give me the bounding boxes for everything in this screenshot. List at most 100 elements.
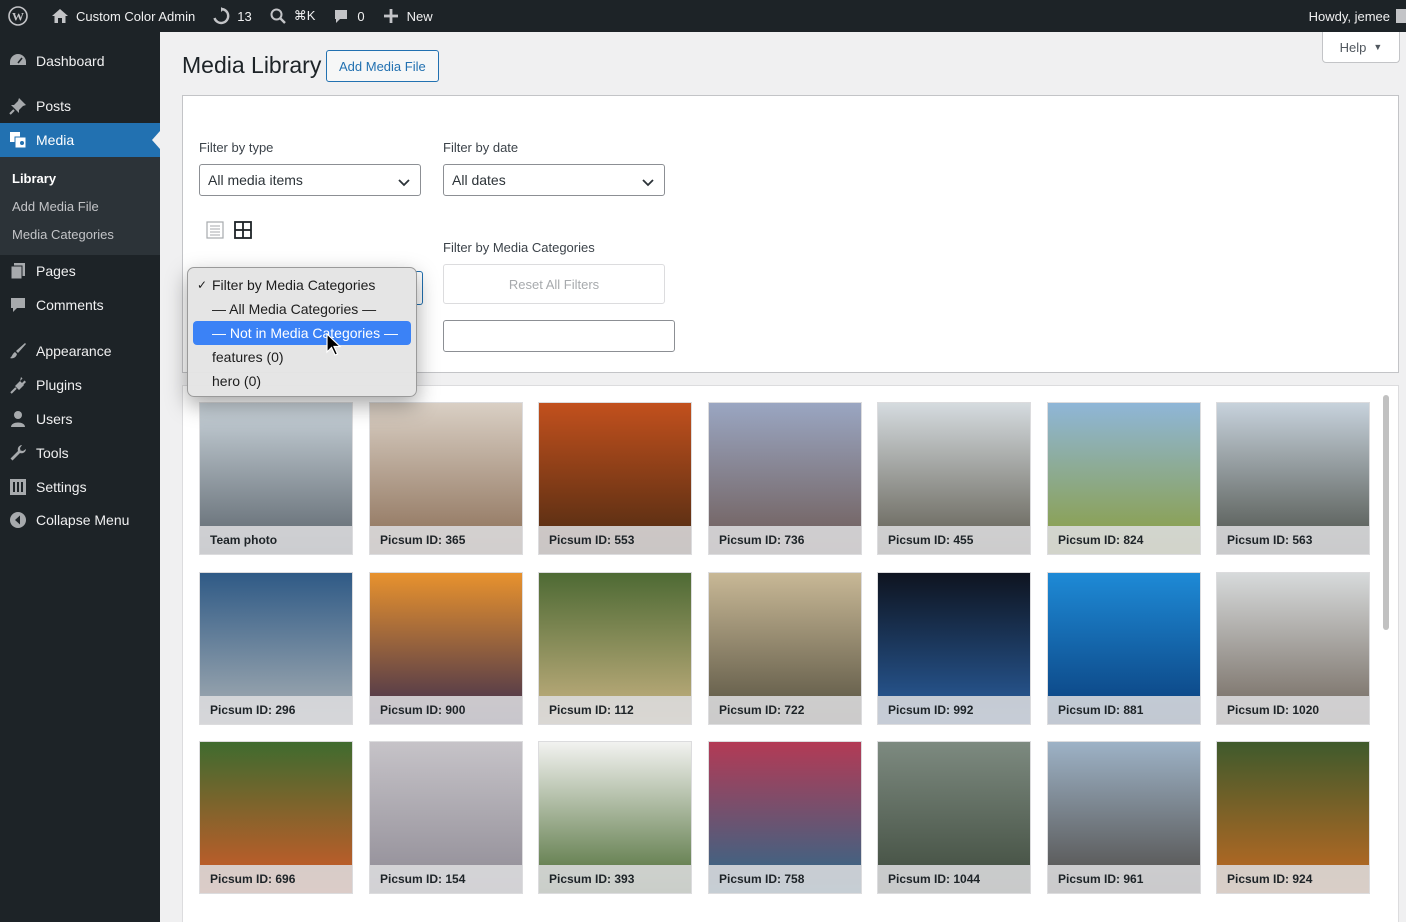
collapse-icon (0, 511, 36, 529)
media-tile[interactable]: Team photo (199, 402, 353, 555)
media-tile[interactable]: Picsum ID: 992 (877, 572, 1031, 725)
sidebar-item-users[interactable]: Users (0, 402, 160, 436)
chevron-down-icon (642, 175, 654, 191)
site-name-link[interactable]: Custom Color Admin (42, 0, 203, 32)
sidebar-item-appearance[interactable]: Appearance (0, 334, 160, 368)
media-tile[interactable]: Picsum ID: 1044 (877, 741, 1031, 894)
search-media-input[interactable] (443, 320, 675, 352)
sidebar-item-media[interactable]: Media (0, 123, 160, 157)
settings-icon (0, 478, 36, 496)
media-caption: Picsum ID: 961 (1048, 865, 1200, 893)
submenu-item-media-categories[interactable]: Media Categories (12, 227, 114, 242)
media-tile[interactable]: Picsum ID: 881 (1047, 572, 1201, 725)
scrollbar[interactable] (1383, 395, 1389, 630)
media-tile[interactable]: Picsum ID: 296 (199, 572, 353, 725)
submenu-item-add-media-file[interactable]: Add Media File (12, 199, 99, 214)
sidebar-item-plugins[interactable]: Plugins (0, 368, 160, 402)
wordpress-icon: W (8, 6, 28, 26)
media-caption: Picsum ID: 758 (709, 865, 861, 893)
option-label: Filter by Media Categories (212, 277, 376, 293)
checkmark-icon: ✓ (197, 278, 208, 292)
media-tile[interactable]: Picsum ID: 758 (708, 741, 862, 894)
comment-bubble-icon (331, 6, 351, 26)
reset-all-filters-button[interactable]: Reset All Filters (443, 264, 665, 304)
add-media-file-button[interactable]: Add Media File (326, 50, 439, 82)
media-caption: Picsum ID: 393 (539, 865, 691, 893)
filter-type-select[interactable]: All media items (199, 164, 421, 196)
option-label: hero (0) (212, 373, 262, 389)
comments-link[interactable]: 0 (323, 0, 372, 32)
site-name-label: Custom Color Admin (76, 8, 196, 24)
sidebar-item-label: Pages (36, 263, 76, 279)
wrench-icon (0, 444, 36, 462)
sidebar-item-label: Appearance (36, 343, 112, 359)
media-tile[interactable]: Picsum ID: 154 (369, 741, 523, 894)
media-caption: Picsum ID: 563 (1217, 526, 1369, 554)
dropdown-option[interactable]: ✓ Filter by Media Categories (193, 273, 411, 297)
dashboard-icon (0, 52, 36, 70)
filter-date-select[interactable]: All dates (443, 164, 665, 196)
command-palette-button[interactable]: ⌘K (260, 0, 324, 32)
sidebar-item-label: Collapse Menu (36, 512, 130, 528)
list-view-icon[interactable] (205, 220, 225, 240)
media-tile[interactable]: Picsum ID: 563 (1216, 402, 1370, 555)
new-content-link[interactable]: New (373, 0, 441, 32)
media-caption: Picsum ID: 924 (1217, 865, 1369, 893)
howdy-label: Howdy, jemee (1308, 8, 1390, 24)
sidebar-item-dashboard[interactable]: Dashboard (0, 44, 160, 78)
sidebar-item-label: Dashboard (36, 53, 105, 69)
media-caption: Picsum ID: 992 (878, 696, 1030, 724)
mouse-cursor-icon (326, 332, 342, 360)
home-icon (50, 6, 70, 26)
media-tile[interactable]: Picsum ID: 736 (708, 402, 862, 555)
plug-icon (0, 376, 36, 394)
media-tile[interactable]: Picsum ID: 365 (369, 402, 523, 555)
media-caption: Picsum ID: 824 (1048, 526, 1200, 554)
media-tile[interactable]: Picsum ID: 553 (538, 402, 692, 555)
media-caption: Picsum ID: 112 (539, 696, 691, 724)
collapse-menu-button[interactable]: Collapse Menu (0, 503, 160, 537)
media-caption: Picsum ID: 553 (539, 526, 691, 554)
media-tile[interactable]: Picsum ID: 924 (1216, 741, 1370, 894)
sidebar-item-tools[interactable]: Tools (0, 436, 160, 470)
help-button[interactable]: Help ▼ (1322, 32, 1400, 63)
option-label: — All Media Categories — (212, 301, 377, 317)
sidebar-item-settings[interactable]: Settings (0, 470, 160, 504)
sidebar-item-comments[interactable]: Comments (0, 288, 160, 322)
media-tile[interactable]: Picsum ID: 455 (877, 402, 1031, 555)
avatar (1396, 9, 1406, 23)
media-caption: Team photo (200, 526, 352, 554)
media-tile[interactable]: Picsum ID: 722 (708, 572, 862, 725)
media-caption: Picsum ID: 722 (709, 696, 861, 724)
search-shortcut: ⌘K (293, 8, 316, 23)
chevron-down-icon (398, 175, 410, 191)
media-tile[interactable]: Picsum ID: 1020 (1216, 572, 1370, 725)
admin-bar: W Custom Color Admin 13 ⌘K 0 New Howdy, … (0, 0, 1406, 32)
filter-category-label: Filter by Media Categories (443, 240, 595, 255)
media-caption: Picsum ID: 296 (200, 696, 352, 724)
media-tile[interactable]: Picsum ID: 393 (538, 741, 692, 894)
filter-type-value: All media items (208, 172, 303, 188)
dropdown-option[interactable]: — Not in Media Categories — (193, 321, 411, 345)
media-tile[interactable]: Picsum ID: 696 (199, 741, 353, 894)
dropdown-option[interactable]: features (0) (193, 345, 411, 369)
updates-count: 13 (237, 8, 252, 24)
updates-link[interactable]: 13 (203, 0, 259, 32)
wordpress-logo-button[interactable]: W (0, 0, 42, 32)
dropdown-option[interactable]: hero (0) (193, 369, 411, 393)
sidebar-item-posts[interactable]: Posts (0, 89, 160, 123)
sidebar-item-pages[interactable]: Pages (0, 254, 160, 288)
caret-down-icon: ▼ (1373, 42, 1383, 52)
media-tile[interactable]: Picsum ID: 961 (1047, 741, 1201, 894)
media-caption: Picsum ID: 455 (878, 526, 1030, 554)
admin-sidebar: Dashboard Posts Media Library Add Media … (0, 32, 160, 922)
submenu-item-library[interactable]: Library (12, 171, 56, 186)
my-account-link[interactable]: Howdy, jemee (1301, 0, 1406, 32)
sidebar-item-label: Comments (36, 297, 104, 313)
grid-view-icon[interactable] (233, 220, 253, 240)
media-tile[interactable]: Picsum ID: 112 (538, 572, 692, 725)
media-tile[interactable]: Picsum ID: 824 (1047, 402, 1201, 555)
dropdown-option[interactable]: — All Media Categories — (193, 297, 411, 321)
page-title: Media Library (182, 52, 322, 78)
media-tile[interactable]: Picsum ID: 900 (369, 572, 523, 725)
